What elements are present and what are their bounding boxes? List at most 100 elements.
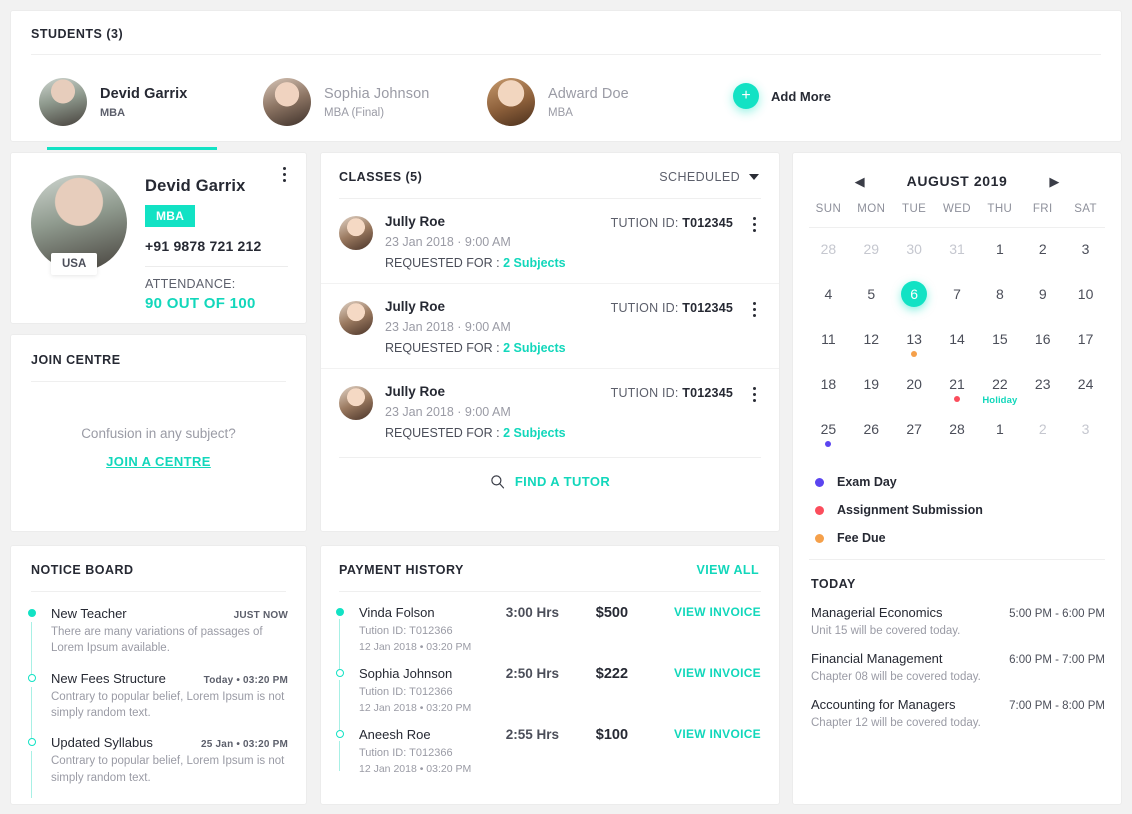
tuition-label: TUTION ID: [610, 216, 683, 230]
calendar-day[interactable]: 13 [893, 324, 936, 369]
calendar-card: ◀ AUGUST 2019 ▶ SUN MON TUE WED THU FRI SAT 28… [792, 152, 1122, 805]
join-a-centre-link[interactable]: JOIN A CENTRE [11, 454, 306, 469]
plus-icon: + [733, 83, 759, 109]
calendar-weekday: SAT [1074, 203, 1097, 215]
calendar-day[interactable]: 18 [807, 369, 850, 414]
arrow-right-icon[interactable]: ▶ [1043, 175, 1065, 188]
requested-subjects-link[interactable]: 2 Subjects [503, 426, 566, 440]
today-event[interactable]: Accounting for Managers 7:00 PM - 8:00 PM… [793, 683, 1121, 729]
calendar-day-number: 8 [995, 286, 1004, 302]
notice-time: 25 Jan • 03:20 PM [201, 739, 288, 751]
event-time: 7:00 PM - 8:00 PM [1009, 700, 1105, 712]
calendar-day[interactable]: 3 [1064, 234, 1107, 279]
calendar-day[interactable]: 2 [1021, 234, 1064, 279]
calendar-day[interactable]: 25 [807, 414, 850, 459]
student-degree: MBA (Final) [324, 106, 385, 119]
calendar-day[interactable]: 11 [807, 324, 850, 369]
calendar-day[interactable]: 22 Holiday [978, 369, 1021, 414]
notice-description: There are many variations of passages of… [51, 626, 263, 655]
calendar-day-number: 30 [906, 241, 922, 257]
classes-filter-dropdown[interactable]: SCHEDULED [659, 170, 759, 184]
calendar-day[interactable]: 21 [936, 369, 979, 414]
notice-time: Today • 03:20 PM [203, 674, 288, 686]
profile-phone: +91 9878 721 212 [145, 238, 262, 254]
class-datetime: 23 Jan 2018 · 9:00 AM [385, 320, 511, 334]
calendar-day[interactable]: 4 [807, 279, 850, 324]
class-kebab-menu-icon[interactable] [747, 302, 761, 355]
notice-list: New Teacher JUST NOW There are many variat… [11, 592, 306, 800]
calendar-day[interactable]: 28 [807, 234, 850, 279]
calendar-day[interactable]: 14 [936, 324, 979, 369]
class-item[interactable]: Jully Roe 23 Jan 2018 · 9:00 AM REQUESTED … [321, 283, 779, 368]
view-invoice-link[interactable]: VIEW INVOICE [674, 666, 761, 714]
calendar-day[interactable]: 31 [936, 234, 979, 279]
notice-item[interactable]: New Fees Structure Today • 03:20 PM Contra… [27, 671, 288, 739]
class-kebab-menu-icon[interactable] [747, 217, 761, 270]
calendar-weekday: FRI [1032, 203, 1053, 215]
calendar-day[interactable]: 3 [1064, 414, 1107, 459]
calendar-day[interactable]: 10 [1064, 279, 1107, 324]
find-a-tutor-button[interactable]: FIND A TUTOR [321, 458, 779, 489]
arrow-left-icon[interactable]: ◀ [849, 175, 871, 188]
event-name: Accounting for Managers [811, 697, 956, 712]
requested-subjects-link[interactable]: 2 Subjects [503, 341, 566, 355]
requested-subjects-link[interactable]: 2 Subjects [503, 256, 566, 270]
payment-tuition-id: Tution ID: T012366 [359, 747, 453, 759]
view-all-button[interactable]: VIEW ALL [697, 563, 759, 577]
avatar [339, 216, 373, 250]
calendar-day[interactable]: 20 [893, 369, 936, 414]
calendar-day[interactable]: 23 [1021, 369, 1064, 414]
calendar-day[interactable]: 12 [850, 324, 893, 369]
calendar-day-number: 6 [901, 281, 928, 307]
calendar-day[interactable]: 17 [1064, 324, 1107, 369]
calendar-day[interactable]: 1 [978, 234, 1021, 279]
students-panel: STUDENTS (3) Devid Garrix MBA Sophia Johns… [10, 10, 1122, 150]
calendar-day-number: 11 [821, 331, 836, 347]
payment-person-name: Sophia Johnson [359, 666, 453, 681]
payment-row: Aneesh Roe Tution ID: T012366 12 Jan 2018 … [335, 727, 761, 775]
calendar-day[interactable]: 15 [978, 324, 1021, 369]
notice-item[interactable]: New Teacher JUST NOW There are many variat… [27, 606, 288, 675]
calendar-day[interactable]: 30 [893, 234, 936, 279]
legend-dot-icon [815, 505, 824, 515]
payment-person-name: Vinda Folson [359, 605, 435, 620]
classes-filter-label: SCHEDULED [659, 170, 740, 184]
calendar-day[interactable]: 1 [978, 414, 1021, 459]
view-invoice-link[interactable]: VIEW INVOICE [674, 605, 761, 653]
calendar-day[interactable]: 2 [1021, 414, 1064, 459]
legend-item: Exam Day [815, 475, 1121, 489]
class-item[interactable]: Jully Roe 23 Jan 2018 · 9:00 AM REQUESTED … [321, 368, 779, 453]
calendar-day[interactable]: 26 [850, 414, 893, 459]
today-event[interactable]: Financial Management 6:00 PM - 7:00 PM Cha… [793, 637, 1121, 683]
calendar-day[interactable]: 16 [1021, 324, 1064, 369]
notice-board-card: NOTICE BOARD New Teacher JUST NOW There ar… [10, 545, 307, 805]
payment-hours: 2:55 Hrs [505, 727, 560, 742]
legend-item: Fee Due [815, 531, 1121, 545]
calendar-day[interactable]: 6 [893, 279, 936, 324]
calendar-day[interactable]: 5 [850, 279, 893, 324]
calendar-day[interactable]: 24 [1064, 369, 1107, 414]
legend-label: Exam Day [837, 475, 897, 489]
requested-label: REQUESTED FOR : [385, 341, 504, 355]
student-tab[interactable]: Adward Doe MBA [487, 71, 711, 139]
calendar-day[interactable]: 27 [893, 414, 936, 459]
today-event[interactable]: Managerial Economics 5:00 PM - 6:00 PM Uni… [793, 591, 1121, 637]
calendar-day[interactable]: 19 [850, 369, 893, 414]
notice-item[interactable]: Updated Syllabus 25 Jan • 03:20 PM Contrar… [27, 735, 288, 800]
class-kebab-menu-icon[interactable] [747, 387, 761, 440]
calendar-day[interactable]: 8 [978, 279, 1021, 324]
student-tab[interactable]: Sophia Johnson MBA (Final) [263, 71, 487, 139]
notice-title: New Teacher [51, 606, 127, 621]
class-item[interactable]: Jully Roe 23 Jan 2018 · 9:00 AM REQUESTED … [321, 199, 779, 283]
view-invoice-link[interactable]: VIEW INVOICE [674, 727, 761, 775]
calendar-day[interactable]: 7 [936, 279, 979, 324]
calendar-day-number: 18 [820, 376, 837, 392]
student-tab[interactable]: Devid Garrix MBA [39, 71, 263, 150]
calendar-day[interactable]: 28 [936, 414, 979, 459]
tuition-label: TUTION ID: [610, 301, 683, 315]
chevron-down-icon [749, 174, 759, 180]
add-more-button[interactable]: + Add More [733, 83, 831, 109]
class-requested-for: REQUESTED FOR : 2 Subjects [385, 341, 611, 355]
calendar-day[interactable]: 9 [1021, 279, 1064, 324]
calendar-day[interactable]: 29 [850, 234, 893, 279]
